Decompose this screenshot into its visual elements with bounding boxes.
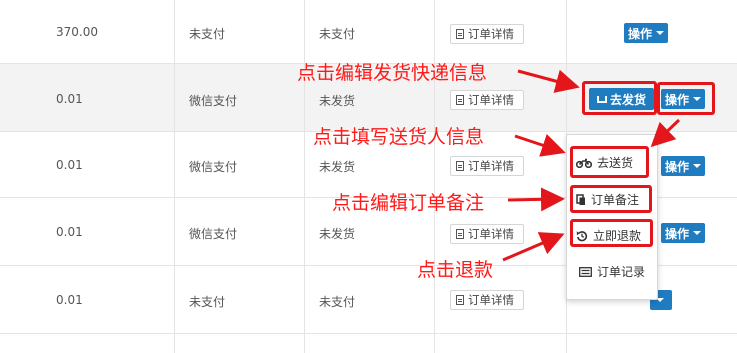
arrow-to-deliver [514, 133, 566, 157]
annotation-arrows [502, 69, 681, 262]
arrow-to-ship [517, 69, 580, 93]
arrow-to-remark [507, 187, 565, 212]
arrow-to-refund [502, 232, 565, 262]
arrow-operation-to-menu [650, 118, 681, 148]
